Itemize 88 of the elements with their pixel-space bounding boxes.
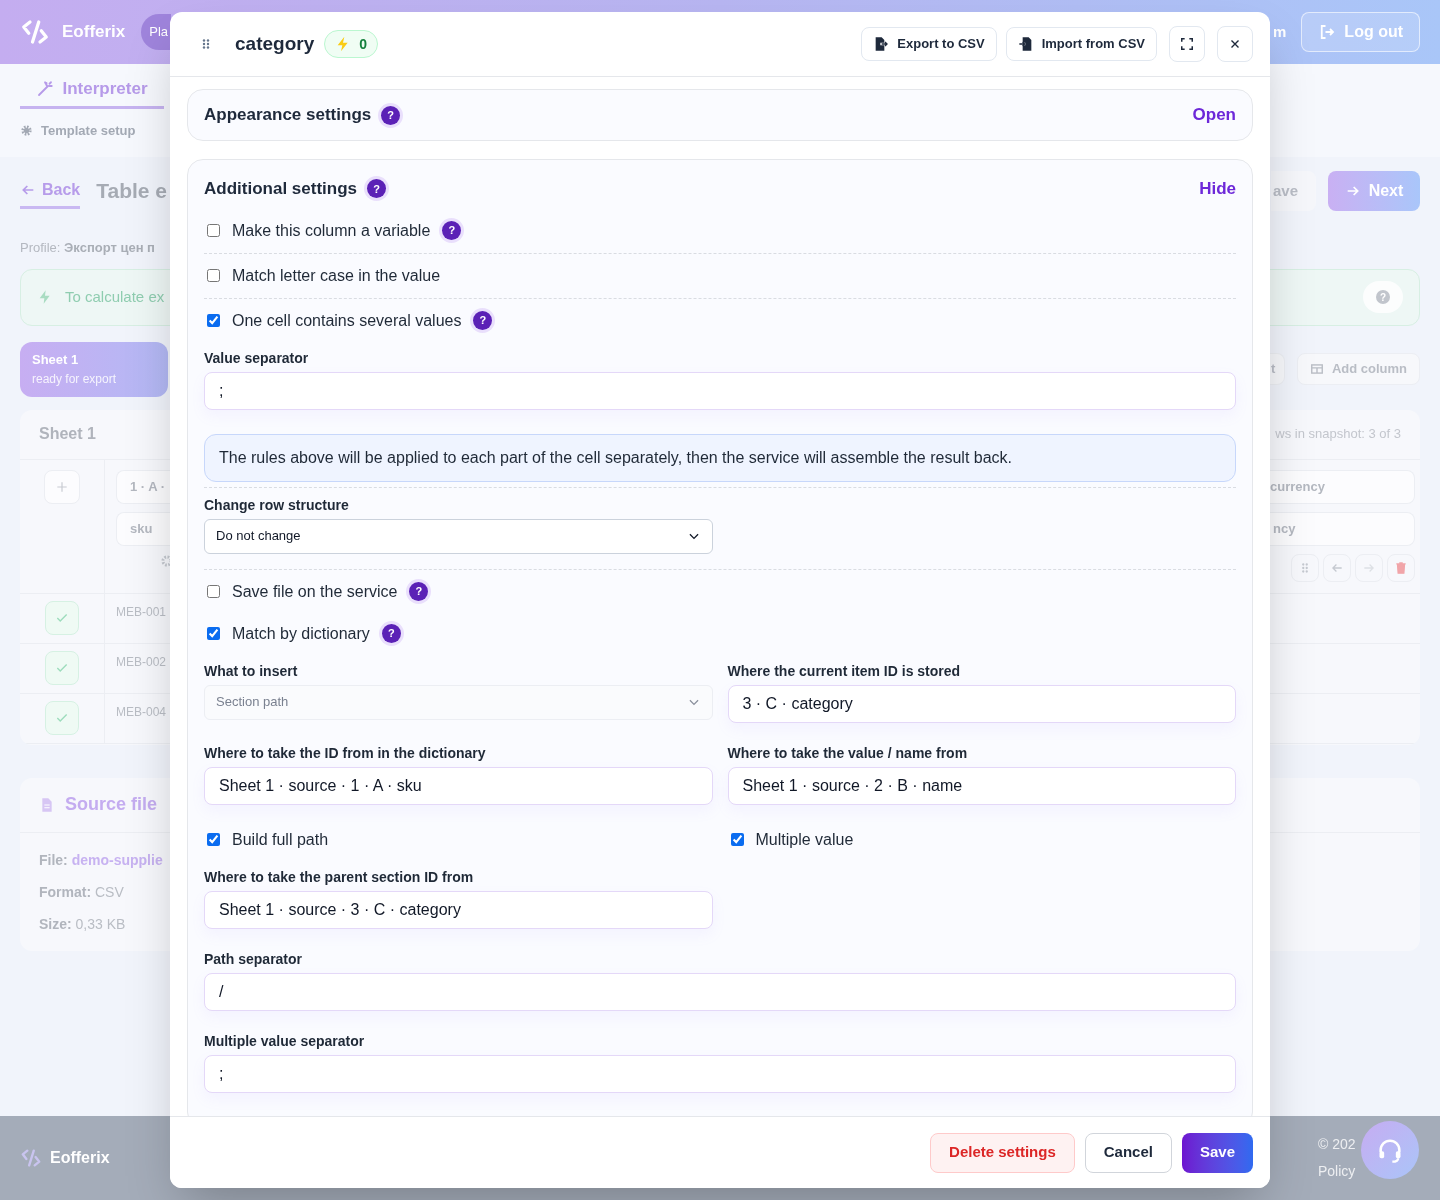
open-link[interactable]: Open [1192,102,1236,128]
hide-link[interactable]: Hide [1199,176,1236,202]
cancel-button[interactable]: Cancel [1084,1132,1172,1173]
export-button[interactable]: Export to CSV [861,27,997,61]
checkbox-label: Make this column a variable [232,220,431,241]
checkbox-label: Match letter case in the value [232,265,441,286]
checkbox[interactable] [207,314,220,327]
field-label: Where the current item ID is stored [727,662,962,679]
delete-settings-button[interactable]: Delete settings [930,1132,1075,1173]
plus-icon [55,479,69,494]
help-icon[interactable]: ? [409,582,429,601]
logo-icon [20,1147,42,1169]
footer-brand: Eofferix [50,1148,110,1168]
row-checkbox[interactable] [45,701,79,735]
check-icon [55,661,69,675]
brand-name: Eofferix [62,21,126,44]
checkbox[interactable] [207,269,220,282]
table-cell-text: MEB-001 [115,603,167,621]
checkbox-label: Multiple value [755,829,854,850]
copyright-text: © 202 [1318,1135,1356,1154]
check-icon [55,611,69,625]
source-file-title: Source file [65,793,158,816]
profile-text: Profile: Экспорт цен п [20,239,155,257]
checkbox[interactable] [207,833,220,846]
size-info: Size: 0,33 KB [39,914,126,932]
drag-handle-icon[interactable] [200,37,212,51]
count-badge: 0 [324,30,378,58]
row-checkbox[interactable] [45,601,79,635]
table-cell-text: MEB-002 [115,653,167,671]
modal-title: category [235,31,315,56]
dropdown[interactable]: Do not change [204,518,713,554]
checkbox[interactable] [730,833,744,846]
file-import-icon [1017,36,1034,52]
field-label: Path separator [204,950,304,967]
field-label: Where to take the ID from in the dictionary [204,744,487,761]
table-cell-text: MEB-004 [115,703,167,721]
hint-text: To calculate ex [65,286,165,307]
fullscreen-icon [1180,37,1194,51]
help-icon[interactable]: ? [381,624,401,643]
section-title: Appearance settings [204,104,372,127]
text-field[interactable]: Sheet 1 · source · 1 · A · sku [204,766,713,805]
checkbox-label: One cell contains several values [232,310,462,331]
section-title: Additional settings [204,178,357,200]
check-icon [55,711,69,725]
text-field[interactable]: Sheet 1 · source · 2 · B · name [727,766,1236,805]
document-icon [39,795,55,814]
help-icon[interactable]: ? [367,179,386,199]
field-label: Value separator [204,349,310,366]
checkbox[interactable] [207,224,220,237]
file-info: File: demo-supplie [39,850,163,868]
text-field[interactable]: Sheet 1 · source · 3 · C · category [204,890,713,929]
help-icon[interactable]: ? [381,105,401,125]
headset-icon [1376,1136,1404,1164]
checkbox-label: Build full path [232,829,329,850]
help-icon[interactable]: ? [473,311,493,330]
text-field[interactable]: / [204,972,1236,1011]
field-label: Where to take the parent section ID from [204,868,475,885]
fullscreen-button[interactable] [1169,26,1205,62]
checkbox-label: Match by dictionary [232,623,370,644]
columns-icon [1309,362,1324,376]
logo-icon [20,17,50,47]
page-title: Table e [96,178,168,205]
close-icon [1229,38,1241,50]
logout-icon [1318,23,1337,41]
close-button[interactable] [1217,26,1253,62]
import-button[interactable]: Import from CSV [1005,27,1157,61]
checkbox[interactable] [207,627,220,640]
field-label: Change row structure [204,496,350,513]
checkbox[interactable] [207,585,220,598]
format-info: Format: CSV [39,882,124,900]
row-checkbox[interactable] [45,651,79,685]
trash-icon [1394,560,1408,575]
save-button[interactable]: Save [1181,1132,1253,1173]
field-label: What to insert [204,662,299,679]
text-field[interactable]: ; [204,1054,1236,1093]
trash-button[interactable] [1387,553,1415,582]
sheet-title: Sheet 1 [39,424,96,444]
info-note: The rules above will be applied to each part of the cell separately, then the service will assemble the result back. [204,433,1236,482]
text-field[interactable]: ; [204,371,1236,410]
checkbox-label: Save file on the service [232,581,398,602]
help-icon[interactable]: ? [442,221,462,240]
arrow-left-button[interactable] [1323,553,1351,582]
field-label: Where to take the value / name from [727,744,969,761]
text-field[interactable]: 3 · C · category [727,684,1236,723]
field-label: Multiple value separator [204,1032,366,1049]
magic-wand-icon [36,80,55,98]
file-export-icon [873,36,890,52]
drag-handle-button[interactable] [1291,553,1319,582]
